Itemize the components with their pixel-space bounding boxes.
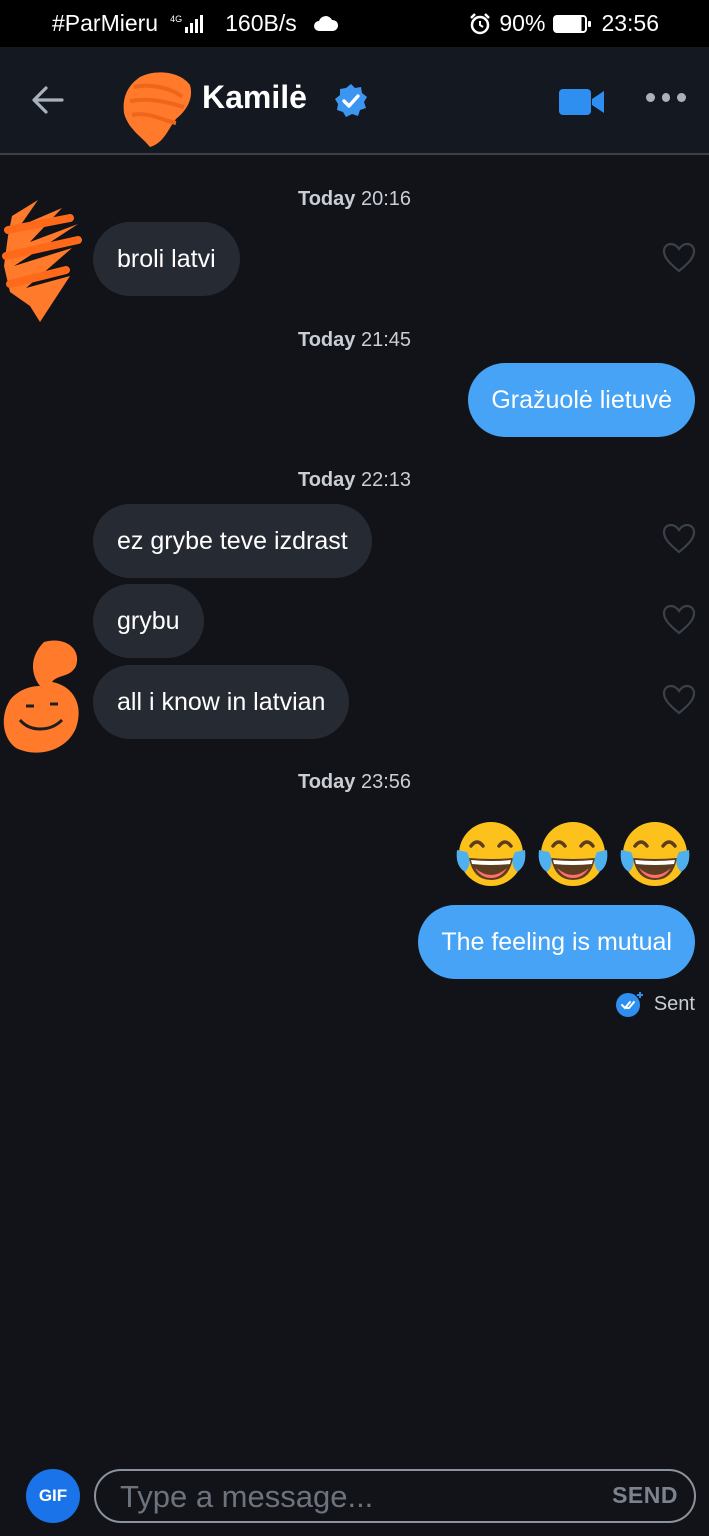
redacted-avatar xyxy=(3,640,79,753)
avatar[interactable] xyxy=(120,67,194,151)
signal-icon: 4G xyxy=(170,13,204,33)
status-left: #ParMieru 4G 160B/s xyxy=(52,10,339,37)
status-bar: #ParMieru 4G 160B/s 90% 23:56 xyxy=(0,0,709,47)
message-input[interactable] xyxy=(120,1477,580,1517)
status-right: 90% 23:56 xyxy=(469,10,659,37)
face-with-tears-of-joy-icon xyxy=(456,822,526,886)
timestamp: Today 22:13 xyxy=(297,469,412,491)
message-text: grybu xyxy=(117,606,180,635)
cloud-icon xyxy=(313,15,338,31)
contact-name[interactable]: Kamilė xyxy=(202,79,307,116)
delivery-status: Sent xyxy=(615,990,695,1018)
message-text: ez grybe teve izdrast xyxy=(117,526,348,555)
incoming-message[interactable]: broli latvi xyxy=(93,222,240,296)
network-speed: 160B/s xyxy=(225,10,297,36)
sent-label: Sent xyxy=(653,992,695,1015)
network-type: 4G xyxy=(170,13,183,24)
like-heart-icon[interactable] xyxy=(662,604,696,636)
message-composer: SEND xyxy=(94,1469,696,1523)
gif-button[interactable]: GIF xyxy=(26,1469,80,1523)
clock: 23:56 xyxy=(601,10,659,36)
face-with-tears-of-joy-icon xyxy=(538,822,608,886)
outgoing-message[interactable]: Gražuolė lietuvė xyxy=(468,363,695,437)
alarm-icon xyxy=(470,12,491,34)
send-button[interactable]: SEND xyxy=(612,1482,678,1509)
like-heart-icon[interactable] xyxy=(662,684,696,716)
video-call-icon[interactable] xyxy=(558,87,606,117)
more-options-icon[interactable] xyxy=(646,93,687,109)
redacted-avatar xyxy=(2,200,82,322)
outgoing-message[interactable]: The feeling is mutual xyxy=(418,905,695,979)
battery-percent: 90% xyxy=(499,10,546,36)
carrier-name: #ParMieru xyxy=(52,10,159,36)
like-heart-icon[interactable] xyxy=(662,523,696,555)
incoming-message[interactable]: all i know in latvian xyxy=(93,665,350,739)
timestamp: Today 20:16 xyxy=(297,188,412,210)
battery-icon xyxy=(553,14,592,33)
outgoing-emoji-message[interactable] xyxy=(453,818,693,890)
timestamp: Today 21:45 xyxy=(297,329,412,351)
chat-header: Kamilė xyxy=(0,47,709,155)
incoming-message[interactable]: ez grybe teve izdrast xyxy=(93,504,372,578)
face-with-tears-of-joy-icon xyxy=(620,822,690,886)
message-text: The feeling is mutual xyxy=(441,927,672,956)
incoming-message[interactable]: grybu xyxy=(93,584,204,658)
message-text: all i know in latvian xyxy=(117,687,326,716)
message-text: Gražuolė lietuvė xyxy=(491,385,672,414)
like-heart-icon[interactable] xyxy=(662,242,696,274)
sent-check-icon xyxy=(615,992,643,1017)
back-arrow-icon[interactable] xyxy=(28,83,68,117)
message-text: broli latvi xyxy=(117,244,216,273)
timestamp: Today 23:56 xyxy=(297,771,412,793)
verified-badge-icon xyxy=(335,84,367,117)
